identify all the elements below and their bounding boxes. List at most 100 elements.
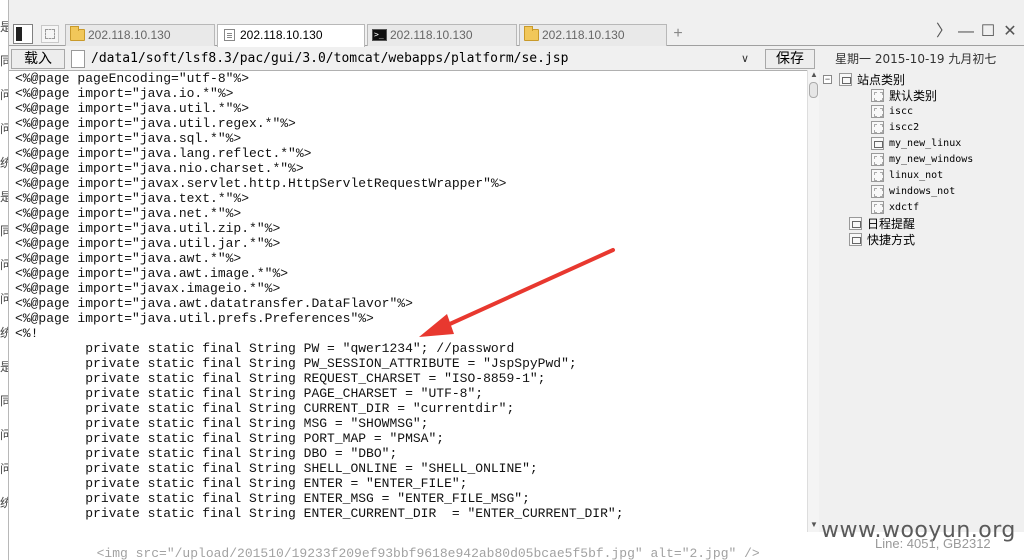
code-line: private static final String ENTER_CURREN… bbox=[15, 506, 624, 521]
background-char: 问 bbox=[0, 88, 8, 102]
code-line: <%@page import="javax.imageio.*"%> bbox=[15, 281, 281, 296]
code-line: <%@page pageEncoding="utf-8"%> bbox=[15, 71, 250, 86]
date-display: 星期一 2015-10-19 九月初七 bbox=[835, 52, 997, 66]
background-code-line: <img src="/upload/201510/19233f209ef93bb… bbox=[81, 546, 760, 560]
background-char: 问 bbox=[0, 462, 8, 476]
tab-label: 202.118.10.130 bbox=[542, 28, 625, 42]
code-line: private static final String ENTER = "ENT… bbox=[15, 476, 468, 491]
background-char: 统 bbox=[0, 496, 8, 510]
path-input[interactable] bbox=[89, 49, 755, 69]
background-char: 是 bbox=[0, 190, 8, 204]
tree-item-label: iscc2 bbox=[889, 122, 920, 133]
code-line: private static final String DBO = "DBO"; bbox=[15, 446, 398, 461]
minimize-icon[interactable]: — bbox=[956, 22, 976, 42]
tab-2[interactable]: 202.118.10.130 bbox=[217, 24, 365, 47]
monitor-icon bbox=[871, 137, 884, 150]
code-line: <%@page import="java.text.*"%> bbox=[15, 191, 250, 206]
code-line: <%@page import="java.net.*"%> bbox=[15, 206, 242, 221]
code-line: <%! bbox=[15, 326, 39, 341]
code-line: <%@page import="java.util.jar.*"%> bbox=[15, 236, 281, 251]
window-controls: 〉 — ☐ ✕ bbox=[934, 22, 1024, 44]
code-line: <%@page import="java.io.*"%> bbox=[15, 86, 234, 101]
tree-item-label: 快捷方式 bbox=[867, 233, 916, 247]
terminal-icon bbox=[372, 25, 387, 45]
background-char: 统 bbox=[0, 326, 8, 340]
background-char: 同 bbox=[0, 224, 8, 238]
load-button[interactable]: 载入 bbox=[11, 49, 65, 69]
site-icon bbox=[871, 201, 884, 214]
site-icon bbox=[871, 105, 884, 118]
chevron-right-icon[interactable]: 〉 bbox=[934, 22, 954, 42]
tree-item-label: 默认类别 bbox=[889, 89, 938, 103]
toolbar: 载入 ∨ 保存 星期一 2015-10-19 九月初七 bbox=[9, 48, 1024, 70]
blank-page-icon[interactable] bbox=[41, 25, 59, 43]
code-line: <%@page import="java.lang.reflect.*"%> bbox=[15, 146, 312, 161]
tree-item-label: xdctf bbox=[889, 202, 920, 213]
code-line: <%@page import="java.awt.datatransfer.Da… bbox=[15, 296, 413, 311]
code-line: <%@page import="java.util.zip.*"%> bbox=[15, 221, 281, 236]
code-line: <%@page import="java.awt.*"%> bbox=[15, 251, 242, 266]
chevron-down-icon[interactable]: ∨ bbox=[737, 50, 753, 68]
site-icon bbox=[871, 89, 884, 102]
site-icon bbox=[871, 185, 884, 198]
background-char: 问 bbox=[0, 258, 8, 272]
site-icon bbox=[871, 169, 884, 182]
scroll-thumb[interactable] bbox=[809, 82, 818, 98]
folder-icon bbox=[70, 26, 85, 41]
tab-label: 202.118.10.130 bbox=[390, 28, 473, 42]
code-line: private static final String ENTER_MSG = … bbox=[15, 491, 530, 506]
code-line: private static final String REQUEST_CHAR… bbox=[15, 371, 546, 386]
collapse-icon[interactable]: − bbox=[823, 75, 832, 84]
tab-label: 202.118.10.130 bbox=[88, 28, 171, 42]
site-icon bbox=[871, 153, 884, 166]
code-line: private static final String SHELL_ONLINE… bbox=[15, 461, 538, 476]
code-line: private static final String PAGE_CHARSET… bbox=[15, 386, 484, 401]
tab-4[interactable]: 202.118.10.130 bbox=[519, 24, 667, 46]
tab-bar: 202.118.10.130 202.118.10.130 202.118.10… bbox=[9, 22, 1024, 47]
tab-1[interactable]: 202.118.10.130 bbox=[65, 24, 215, 46]
code-line: private static final String PW = "qwer12… bbox=[15, 341, 515, 356]
tab-3[interactable]: 202.118.10.130 bbox=[367, 24, 517, 46]
site-icon bbox=[871, 121, 884, 134]
background-char: 问 bbox=[0, 428, 8, 442]
scroll-down-icon[interactable]: ▼ bbox=[809, 520, 819, 530]
background-char: 统 bbox=[0, 156, 8, 170]
panel-toggle-button[interactable] bbox=[13, 24, 33, 44]
code-line: <%@page import="java.util.regex.*"%> bbox=[15, 116, 296, 131]
tree-item-label: iscc bbox=[889, 106, 914, 117]
code-editor[interactable]: <%@page pageEncoding="utf-8"%> <%@page im… bbox=[9, 70, 807, 532]
maximize-icon[interactable]: ☐ bbox=[978, 22, 998, 42]
tree-item-label: my_new_windows bbox=[889, 154, 974, 165]
background-char: 同 bbox=[0, 54, 8, 68]
panel-icon bbox=[16, 27, 22, 41]
folder-icon bbox=[524, 26, 539, 41]
calendar-icon bbox=[849, 217, 862, 230]
code-text[interactable]: <%@page pageEncoding="utf-8"%> <%@page im… bbox=[15, 71, 624, 521]
background-char: 问 bbox=[0, 122, 8, 136]
file-icon bbox=[224, 29, 235, 41]
add-tab-button[interactable]: + bbox=[669, 24, 687, 44]
code-line: <%@page import="java.nio.charset.*"%> bbox=[15, 161, 304, 176]
editor-scrollbar[interactable]: ▲ ▼ bbox=[807, 70, 819, 532]
code-line: private static final String PORT_MAP = "… bbox=[15, 431, 445, 446]
tree-item-label: windows_not bbox=[889, 186, 956, 197]
shortcut-icon bbox=[849, 233, 862, 246]
code-line: private static final String CURRENT_DIR … bbox=[15, 401, 515, 416]
tree-item-label: linux_not bbox=[889, 170, 944, 181]
tree-item-label: 站点类别 bbox=[857, 73, 906, 87]
close-icon[interactable]: ✕ bbox=[1000, 22, 1020, 42]
app-window: 202.118.10.130 202.118.10.130 202.118.10… bbox=[8, 0, 1024, 560]
code-line: <%@page import="javax.servlet.http.HttpS… bbox=[15, 176, 507, 191]
tab-label: 202.118.10.130 bbox=[240, 28, 323, 42]
tree-item-label: 日程提醒 bbox=[867, 217, 916, 231]
save-button[interactable]: 保存 bbox=[765, 49, 815, 69]
code-line: <%@page import="java.util.*"%> bbox=[15, 101, 250, 116]
scroll-up-icon[interactable]: ▲ bbox=[809, 70, 819, 80]
code-line: <%@page import="java.util.prefs.Preferen… bbox=[15, 311, 374, 326]
background-char: 同 bbox=[0, 394, 8, 408]
background-char: 是 bbox=[0, 20, 8, 34]
site-tree-panel: − 站点类别默认类别 iscc iscc2 my_new_linux my_new_win… bbox=[819, 70, 1024, 532]
document-icon bbox=[71, 50, 85, 68]
tree-item-label: my_new_linux bbox=[889, 138, 962, 149]
code-line: <%@page import="java.sql.*"%> bbox=[15, 131, 242, 146]
